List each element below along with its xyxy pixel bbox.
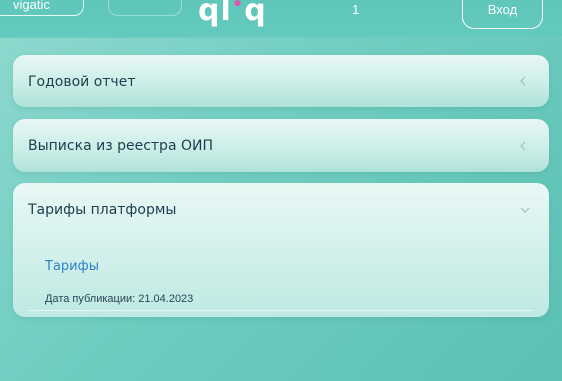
accordion-item-registry-extract: Выписка из реестра ОИП: [13, 119, 549, 172]
chevron-left-icon: [520, 76, 526, 86]
top-navigation-bar: vigatic ql•q 1 Вход: [0, 0, 562, 38]
navigation-button[interactable]: vigatic: [0, 0, 84, 16]
tariffs-document-link[interactable]: Тарифы: [45, 259, 99, 274]
logo-dot: •: [231, 0, 245, 15]
publication-date: Дата публикации: 21.04.2023: [45, 293, 194, 305]
accordion-header[interactable]: Тарифы платформы: [13, 183, 549, 237]
accordion-header[interactable]: Выписка из реестра ОИП: [13, 119, 549, 173]
chevron-down-icon: [520, 207, 530, 213]
navigation-button-label: vigatic: [13, 0, 50, 12]
secondary-nav-button[interactable]: [108, 0, 182, 16]
logo-text-q1: ql: [198, 0, 232, 28]
logo-text-q2: q: [244, 0, 267, 28]
accordion-title: Тарифы платформы: [28, 202, 177, 218]
login-button-label: Вход: [487, 2, 518, 17]
chevron-left-icon: [520, 141, 526, 151]
accordion-item-platform-tariffs: Тарифы платформы Тарифы Дата публикации:…: [13, 183, 549, 317]
accordion-title: Выписка из реестра ОИП: [28, 138, 213, 154]
page-number: 1: [352, 2, 360, 17]
divider: [28, 310, 534, 311]
accordion-title: Годовой отчет: [28, 74, 136, 90]
site-logo[interactable]: ql•q: [198, 0, 267, 32]
login-button[interactable]: Вход: [462, 0, 543, 29]
accordion-header[interactable]: Годовой отчет: [13, 55, 549, 109]
accordion-item-annual-report: Годовой отчет: [13, 55, 549, 107]
